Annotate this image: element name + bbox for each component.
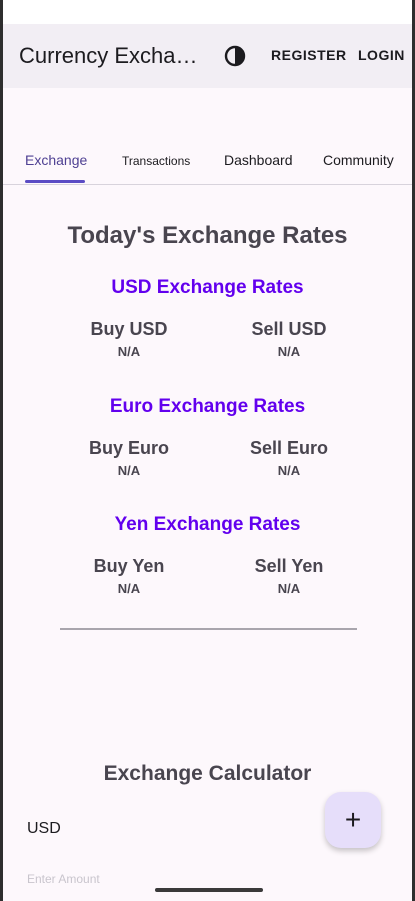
- buy-yen-block: Buy Yen N/A: [69, 556, 189, 596]
- sell-yen-label: Sell Yen: [254, 556, 324, 576]
- buy-usd-value: N/A: [117, 344, 141, 359]
- login-button[interactable]: LOGIN: [358, 47, 405, 63]
- buy-euro-value: N/A: [117, 463, 141, 478]
- sell-euro-value: N/A: [277, 463, 301, 478]
- sell-usd-label: Sell USD: [251, 319, 327, 339]
- buy-yen-label: Buy Yen: [93, 556, 165, 576]
- sell-yen-block: Sell Yen N/A: [229, 556, 349, 596]
- tab-dashboard[interactable]: Dashboard: [224, 152, 293, 168]
- buy-euro-block: Buy Euro N/A: [69, 438, 189, 478]
- buy-usd-block: Buy USD N/A: [69, 319, 189, 359]
- tab-exchange[interactable]: Exchange: [25, 152, 87, 168]
- buy-euro-label: Buy Euro: [88, 438, 169, 458]
- status-bar: [3, 0, 412, 24]
- buy-usd-label: Buy USD: [90, 319, 168, 339]
- register-button[interactable]: REGISTER: [271, 47, 347, 63]
- sell-usd-block: Sell USD N/A: [229, 319, 349, 359]
- rates-title: Today's Exchange Rates: [67, 222, 348, 249]
- app-bar: Currency Exchan… REGISTER LOGIN: [3, 24, 412, 88]
- sell-euro-block: Sell Euro N/A: [229, 438, 349, 478]
- amount-field-label[interactable]: Enter Amount: [27, 872, 100, 886]
- section-divider: [60, 628, 357, 630]
- tab-bar: Exchange Transactions Dashboard Communit…: [3, 140, 412, 185]
- app-screen: Currency Exchan… REGISTER LOGIN Exchange…: [0, 0, 415, 901]
- yen-section-title: Yen Exchange Rates: [114, 514, 301, 535]
- usd-section-title: USD Exchange Rates: [111, 277, 304, 298]
- app-title: Currency Exchan…: [19, 43, 204, 68]
- add-fab-button[interactable]: +: [325, 792, 381, 848]
- currency-select[interactable]: USD: [27, 820, 61, 838]
- sell-euro-label: Sell Euro: [249, 438, 329, 458]
- active-tab-indicator: [25, 180, 85, 183]
- buy-yen-value: N/A: [117, 581, 141, 596]
- gesture-nav-handle[interactable]: [155, 888, 263, 892]
- euro-section-title: Euro Exchange Rates: [109, 396, 306, 417]
- sell-usd-value: N/A: [277, 344, 301, 359]
- tab-community[interactable]: Community: [323, 152, 394, 168]
- sell-yen-value: N/A: [277, 581, 301, 596]
- tab-transactions[interactable]: Transactions: [122, 154, 190, 168]
- contrast-icon: [224, 45, 246, 67]
- theme-toggle-button[interactable]: [221, 42, 249, 70]
- add-icon: +: [344, 804, 362, 835]
- calculator-title: Exchange Calculator: [103, 762, 312, 785]
